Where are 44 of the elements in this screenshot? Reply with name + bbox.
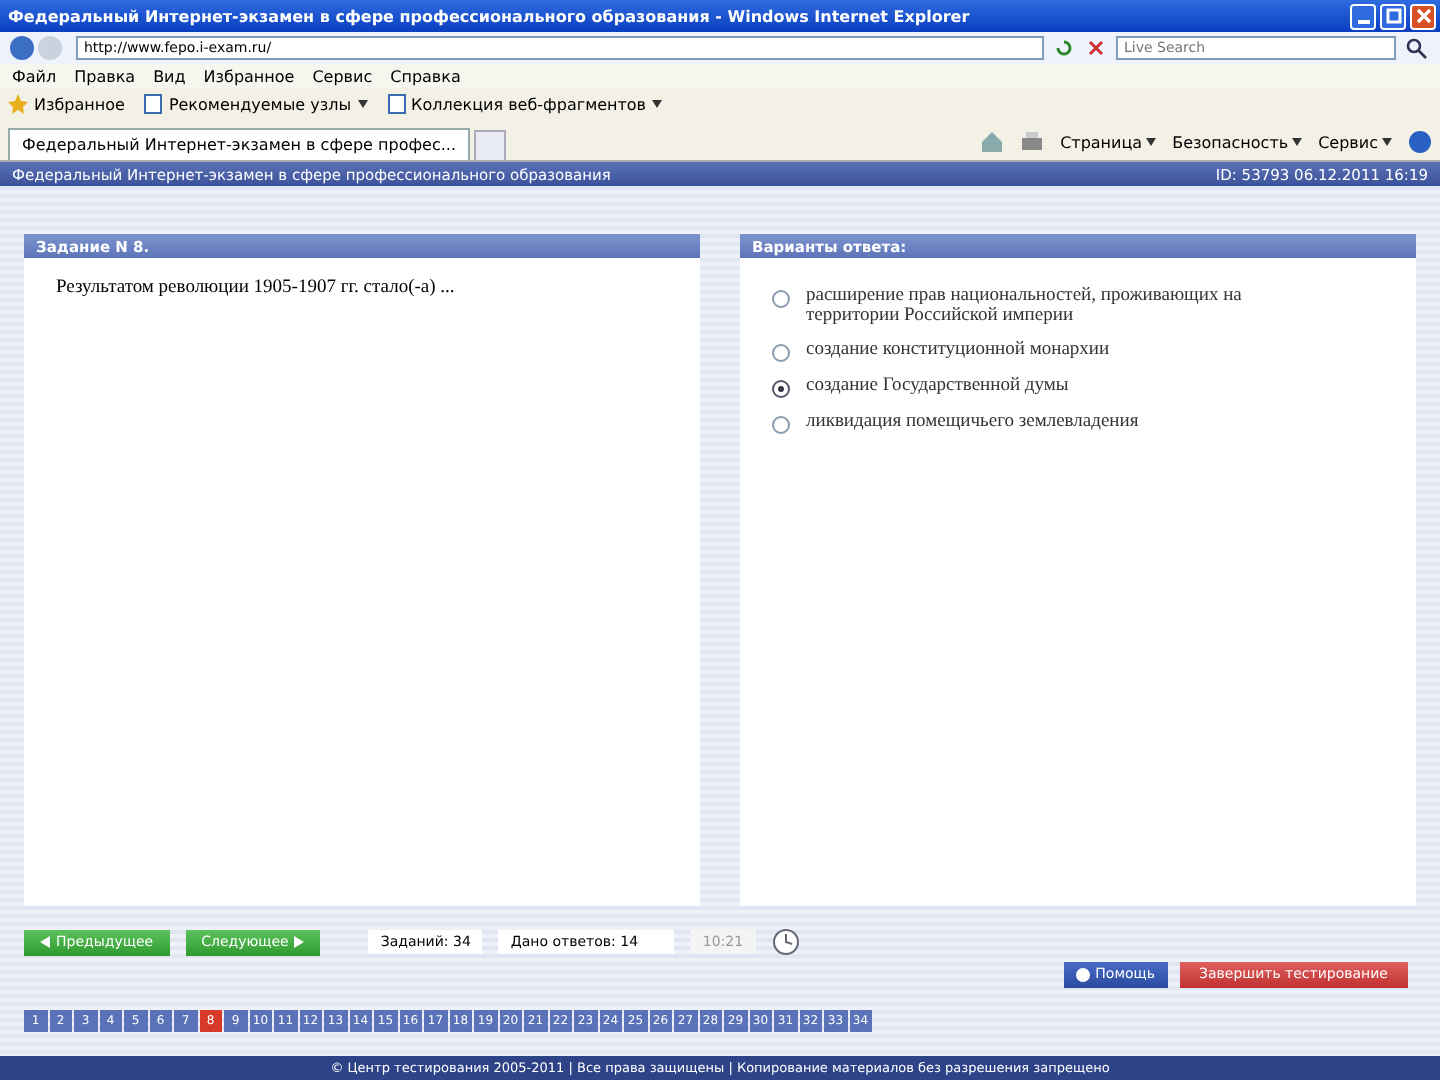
browser-tab[interactable]: Федеральный Интернет-экзамен в сфере профес... — [8, 128, 470, 160]
caret-icon — [357, 100, 368, 108]
close-icon — [1415, 8, 1431, 24]
radio-button[interactable] — [772, 290, 790, 308]
menu-item[interactable]: Справка — [390, 67, 461, 85]
restore-icon — [1385, 8, 1401, 24]
favorites-button[interactable]: Избранное — [8, 94, 125, 114]
page-icon — [387, 94, 406, 114]
command-menu[interactable]: Безопасность — [1172, 133, 1303, 151]
answer-option[interactable]: создание конституционной монархии — [806, 340, 1110, 360]
caret-icon — [1292, 138, 1303, 146]
back-forward-icon[interactable] — [8, 34, 68, 62]
caret-icon — [1382, 138, 1392, 146]
menu-item[interactable]: Сервис — [312, 67, 373, 85]
printer-icon[interactable] — [1020, 130, 1045, 154]
menu-item[interactable]: Правка — [74, 67, 136, 85]
favorites-link[interactable]: Рекомендуемые узлы — [144, 94, 368, 114]
search-icon[interactable] — [1404, 36, 1432, 60]
favorites-link[interactable]: Коллекция веб-фрагментов — [387, 94, 663, 114]
caret-icon — [652, 100, 663, 108]
menu-item[interactable]: Вид — [153, 67, 186, 85]
left-arrow-icon — [40, 936, 50, 948]
question-text: Результатом революции 1905-1907 гг. стало(-а) ... — [56, 278, 457, 298]
answer-option[interactable]: расширение прав национальностей, проживающих на территории Российской империи — [806, 286, 1326, 326]
window-title: Федеральный Интернет-экзамен в сфере профессионального образования - Windows Internet Explorer — [8, 7, 970, 25]
command-menu[interactable]: Сервис — [1318, 133, 1392, 151]
answer-option[interactable]: создание Государственной думы — [806, 376, 1069, 396]
close-button[interactable] — [1410, 3, 1436, 29]
right-arrow-icon — [294, 936, 305, 948]
refresh-icon[interactable] — [1052, 36, 1076, 60]
radio-button[interactable] — [772, 380, 790, 398]
radio-button[interactable] — [772, 344, 790, 362]
star-icon — [8, 94, 28, 114]
minimize-button[interactable] — [1350, 3, 1376, 29]
stop-icon[interactable] — [1084, 36, 1108, 60]
answer-option[interactable]: ликвидация помещичьего землевладения — [806, 412, 1139, 432]
command-menu[interactable]: Страница — [1060, 133, 1157, 151]
menu-item[interactable]: Избранное — [203, 67, 295, 85]
maximize-button[interactable] — [1380, 3, 1406, 29]
radio-button[interactable] — [772, 416, 790, 434]
page-icon — [144, 94, 163, 114]
caret-icon — [1146, 138, 1157, 146]
menu-item[interactable]: Файл — [12, 67, 57, 85]
clock-icon — [771, 928, 800, 956]
